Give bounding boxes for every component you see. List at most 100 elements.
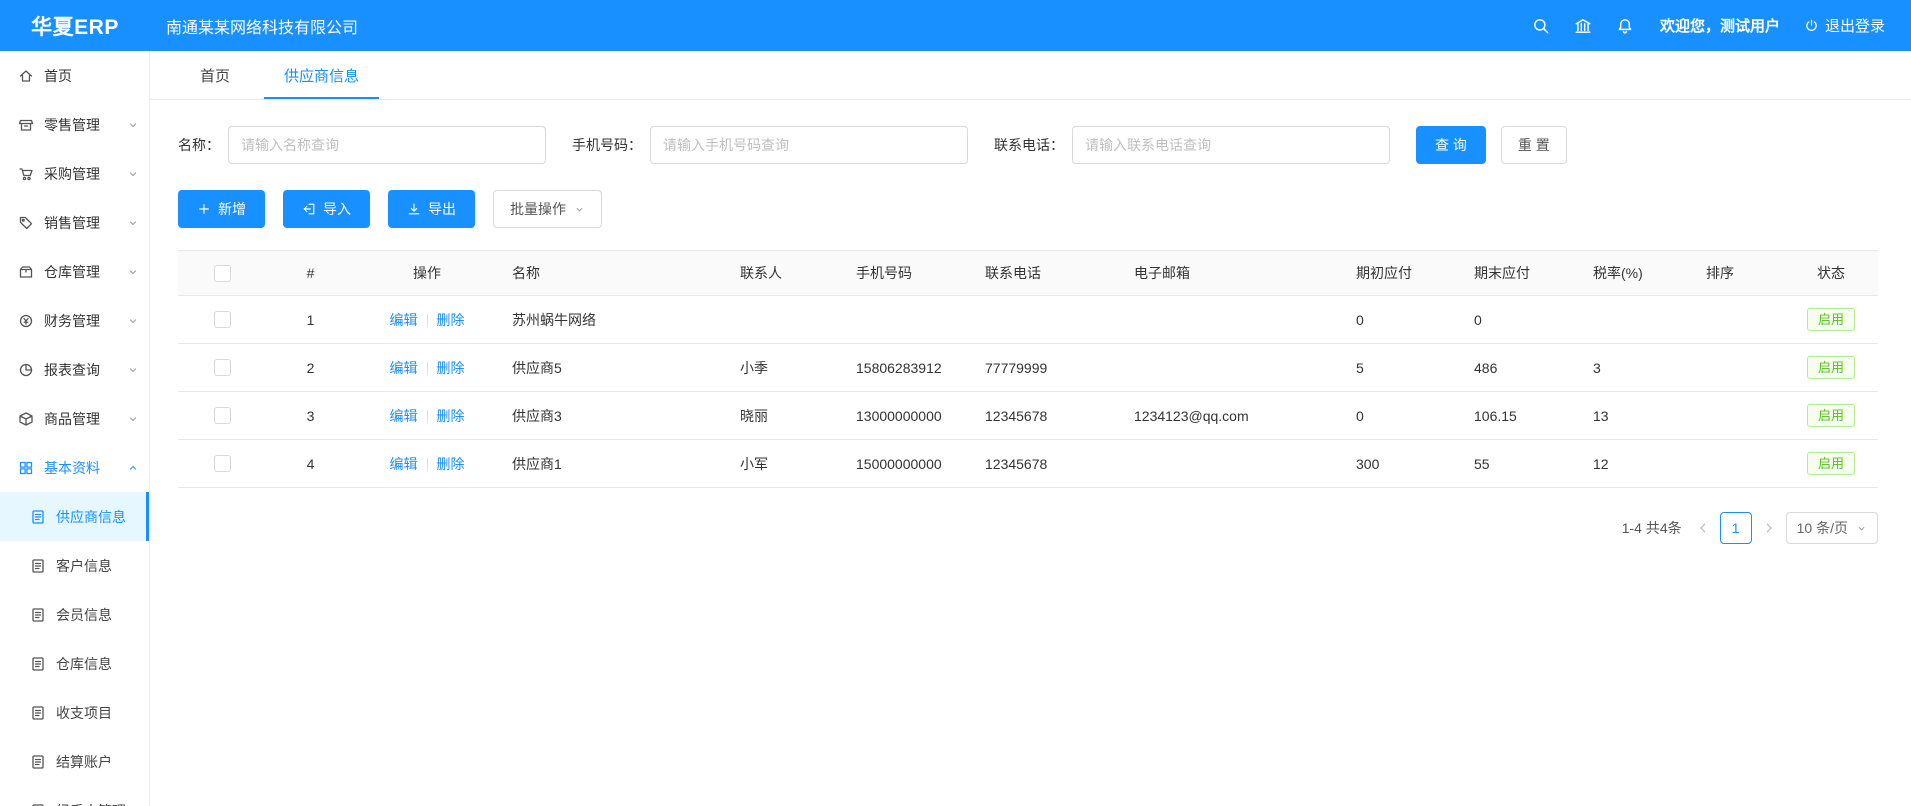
column-header: 联系电话 xyxy=(973,251,1122,296)
sidebar-item-label: 仓库信息 xyxy=(56,654,139,674)
edit-link[interactable]: 编辑 xyxy=(390,456,418,472)
row-checkbox[interactable] xyxy=(214,311,231,328)
table-row: 2编辑删除供应商5小季158062839127777999954863启用 xyxy=(178,344,1878,392)
row-checkbox-cell xyxy=(178,440,267,488)
sidebar-item[interactable]: 零售管理 xyxy=(0,100,149,149)
row-actions: 编辑 删除 xyxy=(354,296,500,344)
sidebar-item[interactable]: 仓库管理 xyxy=(0,247,149,296)
column-header: 税率(%) xyxy=(1581,251,1694,296)
sidebar-item[interactable]: 采购管理 xyxy=(0,149,149,198)
doc-icon xyxy=(30,754,46,770)
chevron-down-icon xyxy=(127,315,139,327)
row-actions: 编辑 删除 xyxy=(354,344,500,392)
current-page[interactable]: 1 xyxy=(1720,512,1752,544)
tab[interactable]: 供应商信息 xyxy=(264,51,379,99)
sidebar-item[interactable]: 会员信息 xyxy=(0,590,149,639)
reset-button[interactable]: 重 置 xyxy=(1501,126,1567,164)
add-label: 新增 xyxy=(218,199,246,219)
tax-rate: 12 xyxy=(1581,440,1694,488)
tax-rate: 3 xyxy=(1581,344,1694,392)
status-badge[interactable]: 启用 xyxy=(1807,308,1855,332)
sidebar-item[interactable]: 经手人管理 xyxy=(0,786,149,806)
edit-link[interactable]: 编辑 xyxy=(390,312,418,328)
chevron-down-icon xyxy=(127,217,139,229)
edit-link[interactable]: 编辑 xyxy=(390,360,418,376)
telephone xyxy=(973,296,1122,344)
logout-button[interactable]: 退出登录 xyxy=(1804,15,1885,36)
sidebar-item[interactable]: 报表查询 xyxy=(0,345,149,394)
company-name: 南通某某网络科技有限公司 xyxy=(166,14,358,38)
page-size-select[interactable]: 10 条/页 xyxy=(1786,512,1878,544)
tab-label: 首页 xyxy=(200,65,230,86)
row-checkbox[interactable] xyxy=(214,455,231,472)
prev-page-button[interactable] xyxy=(1696,521,1710,535)
sidebar-item[interactable]: 财务管理 xyxy=(0,296,149,345)
doc-icon xyxy=(30,509,46,525)
sidebar-item-label: 客户信息 xyxy=(56,556,139,576)
status-badge[interactable]: 启用 xyxy=(1807,404,1855,428)
status-badge[interactable]: 启用 xyxy=(1807,452,1855,476)
sidebar-item[interactable]: 供应商信息 xyxy=(0,492,149,541)
sidebar-item[interactable]: 首页 xyxy=(0,51,149,100)
welcome-text: 欢迎您，测试用户 xyxy=(1660,15,1780,36)
batch-button[interactable]: 批量操作 xyxy=(493,190,602,228)
sidebar-item[interactable]: 商品管理 xyxy=(0,394,149,443)
sidebar-item[interactable]: 销售管理 xyxy=(0,198,149,247)
sidebar-item-label: 财务管理 xyxy=(44,311,127,331)
report-icon xyxy=(18,362,34,378)
name-filter-input[interactable] xyxy=(228,126,546,164)
search-button[interactable]: 查 询 xyxy=(1416,126,1486,164)
telephone: 12345678 xyxy=(973,440,1122,488)
row-actions: 编辑 删除 xyxy=(354,440,500,488)
tax-rate xyxy=(1581,296,1694,344)
row-checkbox-cell xyxy=(178,296,267,344)
import-icon xyxy=(302,202,316,216)
row-index: 3 xyxy=(267,392,354,440)
delete-link[interactable]: 删除 xyxy=(437,408,465,424)
logout-label: 退出登录 xyxy=(1825,15,1885,36)
sidebar-item[interactable]: 收支项目 xyxy=(0,688,149,737)
tab-label: 供应商信息 xyxy=(284,65,359,86)
mobile-filter-input[interactable] xyxy=(650,126,968,164)
sidebar-item-label: 供应商信息 xyxy=(56,507,139,527)
mobile-filter-label: 手机号码： xyxy=(572,135,642,155)
row-checkbox[interactable] xyxy=(214,359,231,376)
chevron-down-icon xyxy=(127,266,139,278)
status-badge[interactable]: 启用 xyxy=(1807,356,1855,380)
next-page-button[interactable] xyxy=(1762,521,1776,535)
sidebar-item-label: 仓库管理 xyxy=(44,262,127,282)
sidebar-item[interactable]: 基本资料 xyxy=(0,443,149,492)
topbar: 华夏ERP 南通某某网络科技有限公司 欢迎您，测试用户 退出登录 xyxy=(0,0,1911,51)
app-logo: 华夏ERP xyxy=(0,11,150,41)
row-checkbox[interactable] xyxy=(214,407,231,424)
contact-person: 小季 xyxy=(728,344,844,392)
sidebar-item[interactable]: 仓库信息 xyxy=(0,639,149,688)
tel-filter-input[interactable] xyxy=(1072,126,1390,164)
sidebar-menu: 首页零售管理采购管理销售管理仓库管理财务管理报表查询商品管理基本资料供应商信息客… xyxy=(0,51,149,806)
begin-payable: 0 xyxy=(1344,296,1462,344)
status-cell: 启用 xyxy=(1784,440,1878,488)
sidebar-item[interactable]: 客户信息 xyxy=(0,541,149,590)
column-header: 操作 xyxy=(354,251,500,296)
import-button[interactable]: 导入 xyxy=(283,190,370,228)
sidebar-item-label: 销售管理 xyxy=(44,213,127,233)
column-header: 期初应付 xyxy=(1344,251,1462,296)
sidebar-item[interactable]: 结算账户 xyxy=(0,737,149,786)
delete-link[interactable]: 删除 xyxy=(437,312,465,328)
tab[interactable]: 首页 xyxy=(180,51,250,99)
end-payable: 0 xyxy=(1462,296,1581,344)
add-button[interactable]: 新增 xyxy=(178,190,265,228)
column-header: # xyxy=(267,251,354,296)
platform-icon[interactable] xyxy=(1574,17,1592,35)
contact-person: 小军 xyxy=(728,440,844,488)
begin-payable: 300 xyxy=(1344,440,1462,488)
table-row: 3编辑删除供应商3晓丽13000000000123456781234123@qq… xyxy=(178,392,1878,440)
export-button[interactable]: 导出 xyxy=(388,190,475,228)
delete-link[interactable]: 删除 xyxy=(437,456,465,472)
search-icon[interactable] xyxy=(1532,17,1550,35)
bell-icon[interactable] xyxy=(1616,17,1634,35)
select-all-checkbox[interactable] xyxy=(214,265,231,282)
delete-link[interactable]: 删除 xyxy=(437,360,465,376)
select-all-cell xyxy=(178,251,267,296)
edit-link[interactable]: 编辑 xyxy=(390,408,418,424)
